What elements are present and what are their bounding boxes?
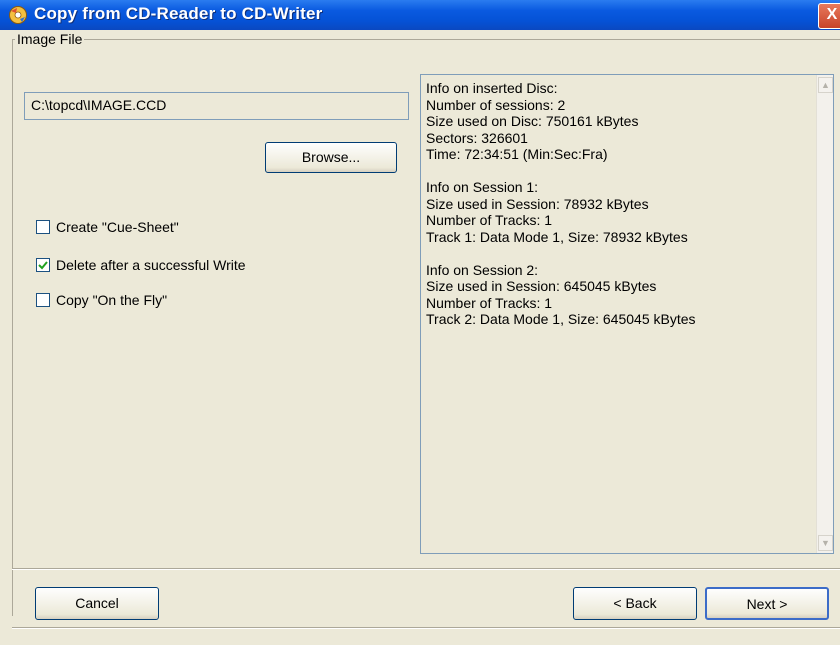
- checkmark-icon: [38, 261, 48, 270]
- create-cue-sheet-option[interactable]: Create "Cue-Sheet": [36, 217, 179, 237]
- browse-button[interactable]: Browse...: [265, 142, 397, 173]
- close-button[interactable]: X: [818, 3, 840, 29]
- delete-after-write-checkbox[interactable]: [36, 258, 50, 272]
- delete-after-write-label: Delete after a successful Write: [56, 257, 246, 273]
- copy-on-the-fly-label: Copy "On the Fly": [56, 292, 168, 308]
- disc-info-text: Info on inserted Disc: Number of session…: [426, 80, 696, 327]
- copy-on-the-fly-checkbox[interactable]: [36, 293, 50, 307]
- delete-after-write-option[interactable]: Delete after a successful Write: [36, 255, 246, 275]
- copy-on-the-fly-option[interactable]: Copy "On the Fly": [36, 290, 167, 310]
- title-bar: Copy from CD-Reader to CD-Writer X: [0, 0, 840, 30]
- scroll-down-icon[interactable]: ▼: [818, 535, 833, 551]
- scroll-up-icon[interactable]: ▲: [818, 77, 833, 93]
- create-cue-sheet-label: Create "Cue-Sheet": [56, 219, 179, 235]
- next-button[interactable]: Next >: [705, 587, 829, 620]
- window-title: Copy from CD-Reader to CD-Writer: [34, 4, 323, 23]
- info-scrollbar[interactable]: ▲ ▼: [816, 75, 833, 553]
- image-path-field[interactable]: C:\topcd\IMAGE.CCD: [24, 92, 409, 120]
- image-file-group-label: Image File: [15, 31, 85, 47]
- status-divider: [12, 627, 840, 629]
- button-separator: [12, 568, 840, 570]
- cd-copy-app-icon: [9, 6, 27, 24]
- disc-info-textarea[interactable]: Info on inserted Disc: Number of session…: [420, 74, 834, 554]
- back-button[interactable]: < Back: [573, 587, 697, 620]
- cancel-button[interactable]: Cancel: [35, 587, 159, 620]
- create-cue-sheet-checkbox[interactable]: [36, 220, 50, 234]
